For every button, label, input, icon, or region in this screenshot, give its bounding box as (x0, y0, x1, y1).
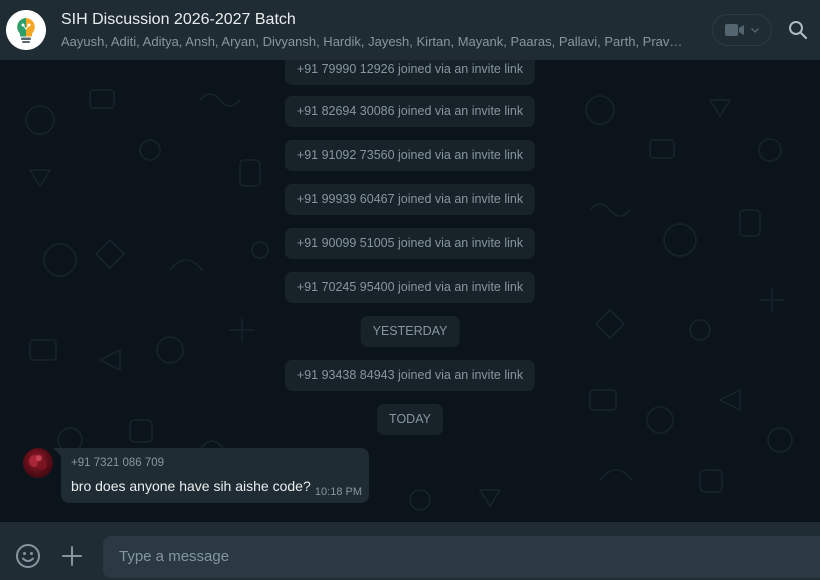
message-sender[interactable]: +91 7321 086 709 (71, 457, 164, 469)
chevron-down-icon (751, 27, 759, 33)
group-avatar[interactable] (6, 10, 46, 50)
date-divider: YESTERDAY (360, 316, 460, 347)
incoming-message[interactable]: +91 7321 086 709 bro does anyone have si… (61, 448, 369, 503)
chat-area[interactable]: +91 79990 12926 joined via an invite lin… (0, 60, 820, 522)
date-divider: TODAY (377, 404, 443, 435)
emoji-icon (16, 544, 40, 568)
system-message: +91 90099 51005 joined via an invite lin… (284, 228, 536, 259)
chat-title[interactable]: SIH Discussion 2026-2027 Batch (61, 10, 712, 30)
plus-icon (62, 546, 82, 566)
system-message: +91 91092 73560 joined via an invite lin… (284, 140, 536, 171)
system-message: +91 70245 95400 joined via an invite lin… (284, 272, 536, 303)
emoji-button[interactable] (15, 543, 41, 569)
sender-avatar-image (29, 455, 47, 470)
video-call-button[interactable] (712, 14, 772, 46)
search-button[interactable] (786, 18, 810, 42)
system-message: +91 93438 84943 joined via an invite lin… (284, 360, 536, 391)
lightbulb-logo-icon (6, 10, 46, 50)
composer-bar: Type a message (0, 522, 820, 580)
chat-header[interactable]: SIH Discussion 2026-2027 Batch Aayush, A… (0, 0, 820, 60)
member-list[interactable]: Aayush, Aditi, Aditya, Ansh, Aryan, Divy… (61, 33, 686, 51)
message-input[interactable]: Type a message (103, 536, 820, 578)
system-message: +91 99939 60467 joined via an invite lin… (284, 184, 536, 215)
system-message: +91 79990 12926 joined via an invite lin… (284, 60, 536, 85)
system-message: +91 82694 30086 joined via an invite lin… (284, 96, 536, 127)
video-camera-icon (725, 24, 744, 36)
search-icon (789, 21, 808, 40)
sender-avatar[interactable] (23, 448, 53, 478)
message-text: bro does anyone have sih aishe code? (71, 478, 311, 494)
message-time: 10:18 PM (314, 486, 362, 498)
attach-button[interactable] (61, 545, 83, 567)
